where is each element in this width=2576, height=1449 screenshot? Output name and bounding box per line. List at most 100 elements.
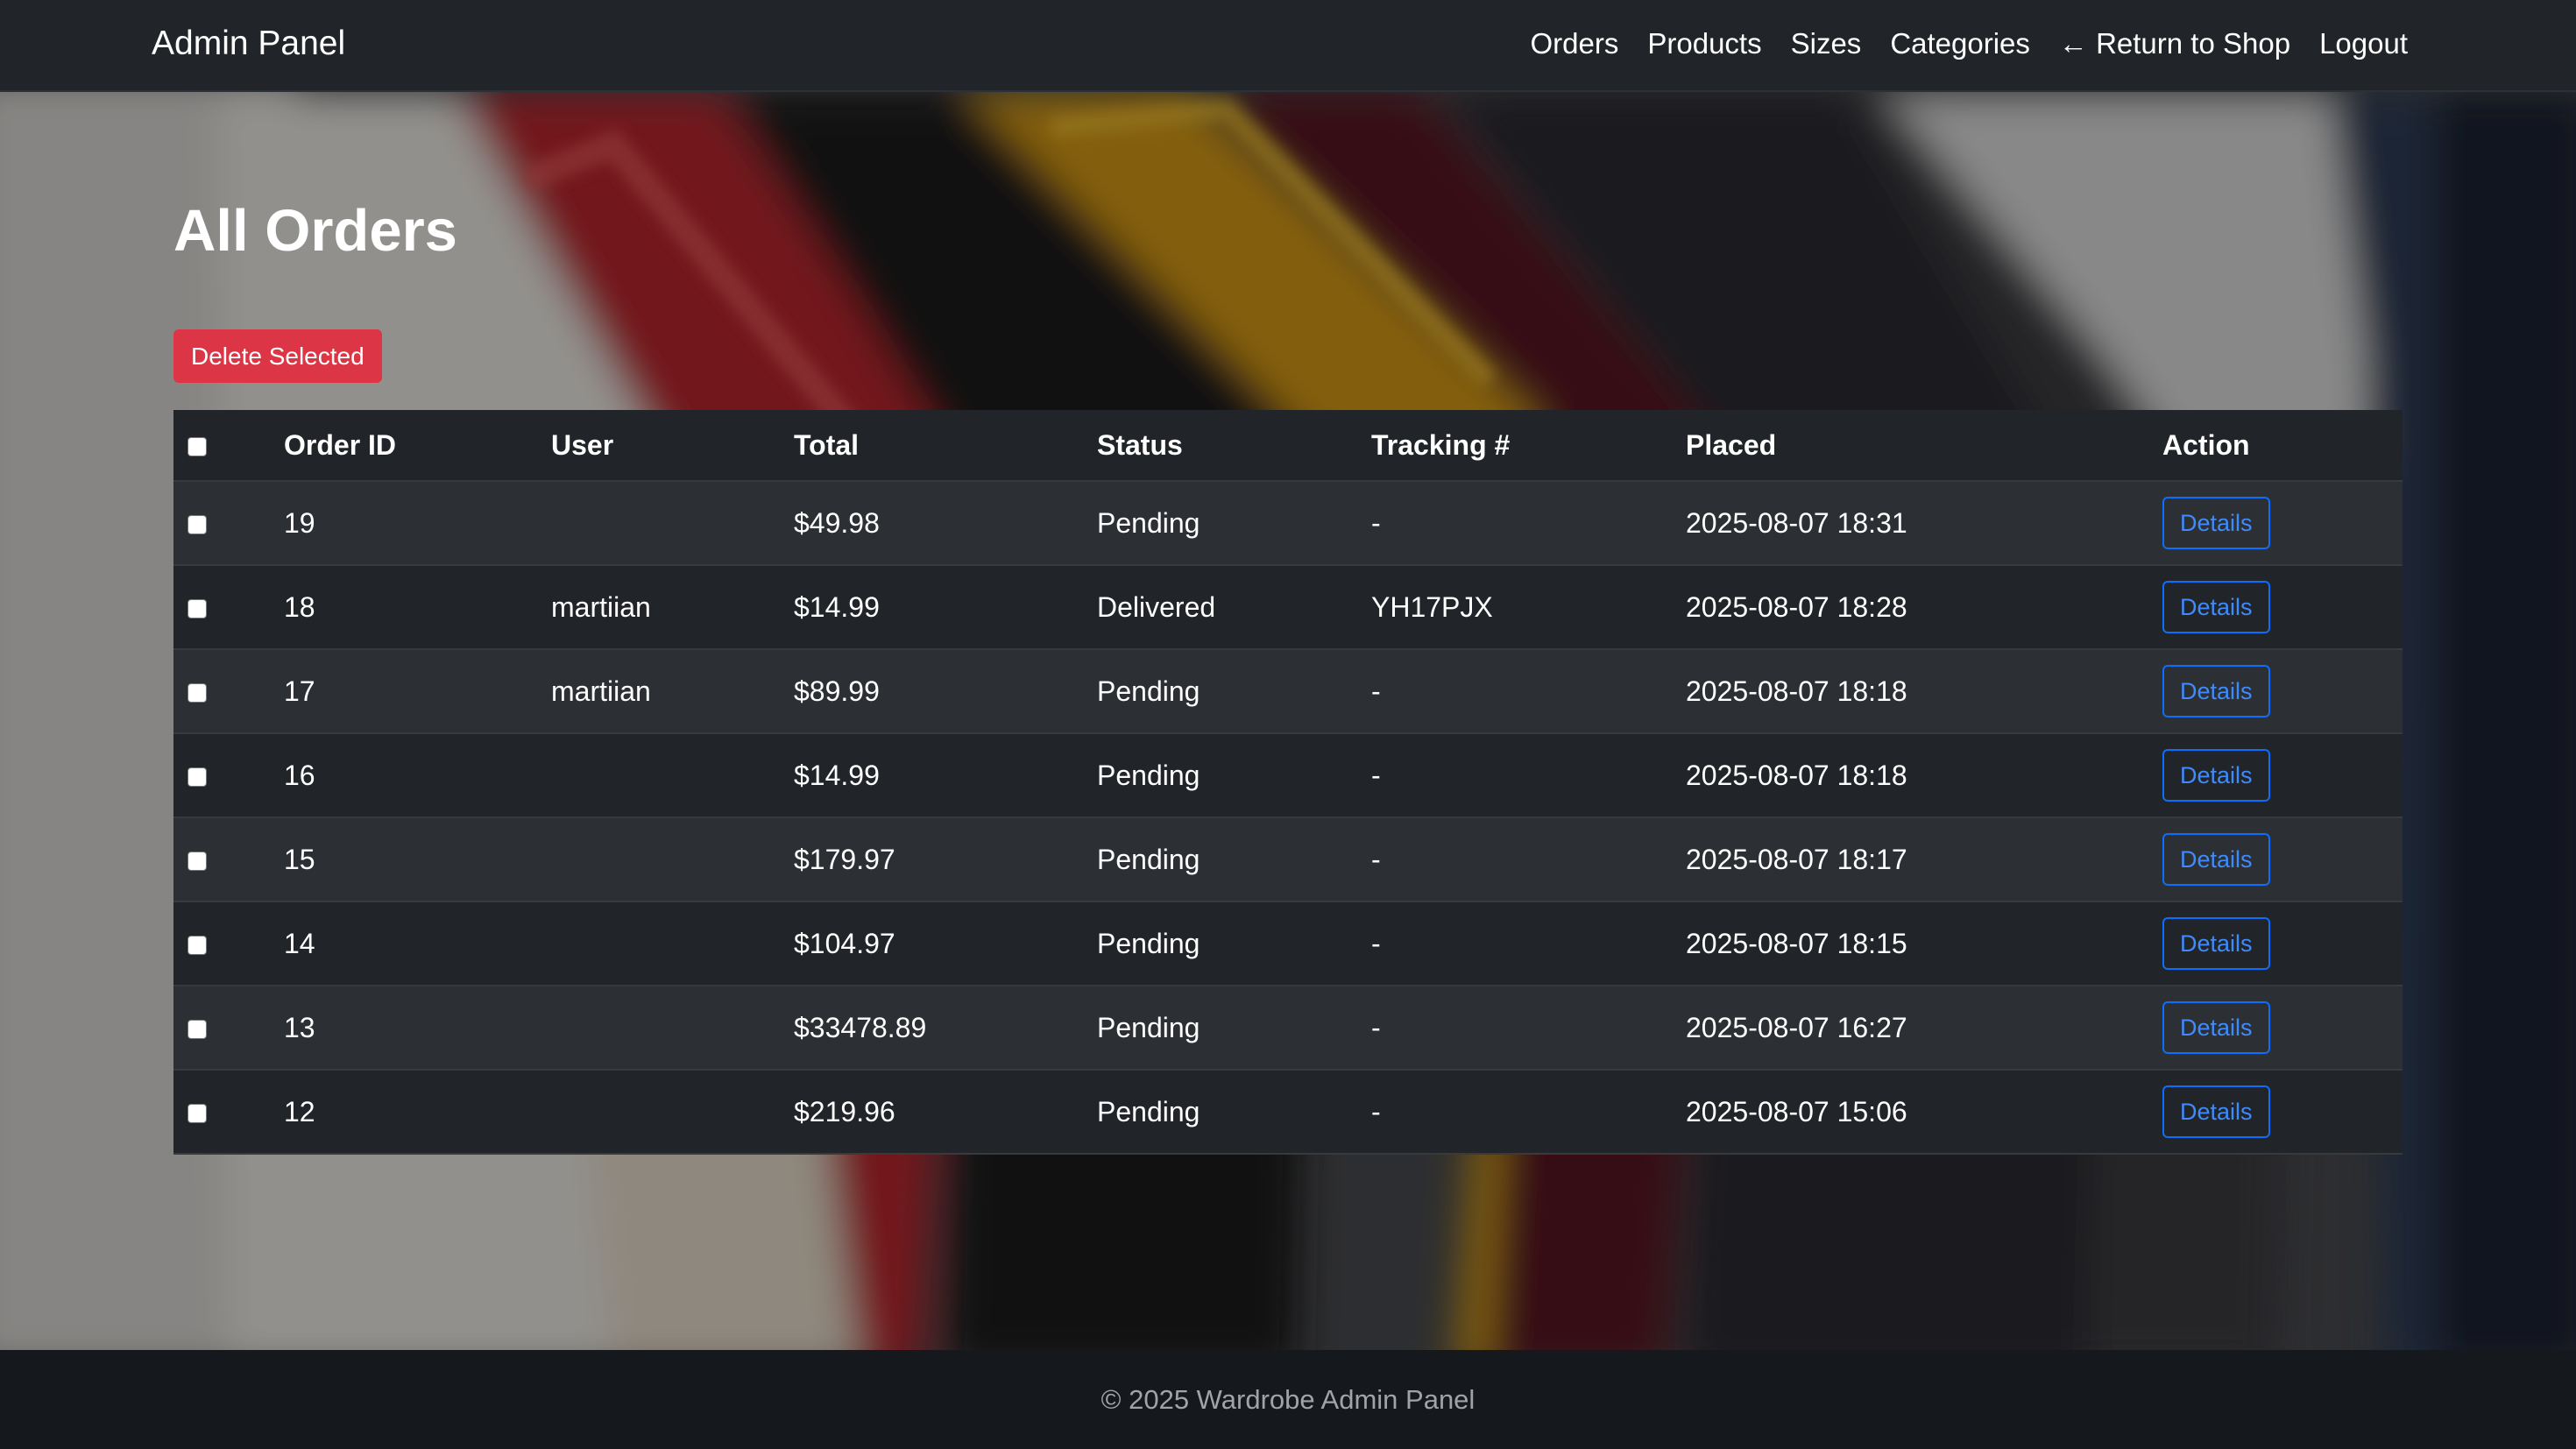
table-row: 15 $179.97 Pending - 2025-08-07 18:17 De… [173,817,2403,902]
placed-cell: 2025-08-07 18:15 [1686,901,2162,986]
total-cell: $33478.89 [794,986,1097,1071]
placed-cell: 2025-08-07 18:31 [1686,481,2162,566]
status-cell: Pending [1097,817,1371,902]
details-button[interactable]: Details [2162,917,2270,970]
row-select-cell [173,901,284,986]
header-total: Total [794,410,1097,482]
top-navbar: Admin Panel Orders Products Sizes Catego… [0,0,2576,92]
row-checkbox[interactable] [188,515,207,535]
user-cell [551,986,794,1071]
tracking-cell: - [1371,1070,1686,1155]
row-select-cell [173,649,284,734]
status-cell: Pending [1097,481,1371,566]
status-cell: Delivered [1097,565,1371,650]
order-id-cell: 15 [284,817,551,902]
row-checkbox[interactable] [188,683,207,703]
orders-table-header: Order ID User Total Status Tracking # Pl… [173,410,2403,482]
user-cell [551,817,794,902]
row-select-cell [173,565,284,650]
action-cell: Details [2162,901,2403,986]
order-id-cell: 16 [284,733,551,818]
order-id-cell: 12 [284,1070,551,1155]
nav-categories-link[interactable]: Categories [1890,27,2030,60]
row-checkbox[interactable] [188,599,207,619]
header-tracking: Tracking # [1371,410,1686,482]
tracking-cell: - [1371,986,1686,1071]
delete-selected-button[interactable]: Delete Selected [173,329,382,383]
tracking-cell: - [1371,481,1686,566]
order-id-cell: 17 [284,649,551,734]
action-cell: Details [2162,1070,2403,1155]
tracking-cell: YH17PJX [1371,565,1686,650]
action-cell: Details [2162,817,2403,902]
table-header-row: Order ID User Total Status Tracking # Pl… [173,410,2403,482]
user-cell [551,1070,794,1155]
header-select-all-cell [173,410,284,482]
nav-links: Orders Products Sizes Categories ← Retur… [1531,0,2408,88]
row-checkbox[interactable] [188,852,207,872]
header-placed: Placed [1686,410,2162,482]
total-cell: $89.99 [794,649,1097,734]
row-checkbox[interactable] [188,936,207,956]
action-cell: Details [2162,733,2403,818]
order-id-cell: 19 [284,481,551,566]
nav-orders-link[interactable]: Orders [1531,27,1619,60]
placed-cell: 2025-08-07 18:17 [1686,817,2162,902]
select-all-checkbox[interactable] [188,437,207,457]
row-checkbox[interactable] [188,767,207,788]
details-button[interactable]: Details [2162,497,2270,549]
user-cell: martiian [551,565,794,650]
nav-sizes-link[interactable]: Sizes [1791,27,1862,60]
nav-products-link[interactable]: Products [1647,27,1761,60]
placed-cell: 2025-08-07 18:18 [1686,733,2162,818]
footer-copyright: © 2025 Wardrobe Admin Panel [1100,1384,1476,1415]
details-button[interactable]: Details [2162,1085,2270,1138]
header-user: User [551,410,794,482]
order-id-cell: 18 [284,565,551,650]
main-content: All Orders Delete Selected Order ID User… [173,198,2403,1155]
status-cell: Pending [1097,901,1371,986]
user-cell [551,481,794,566]
nav-return-to-shop-link[interactable]: ← Return to Shop [2059,27,2290,60]
row-checkbox[interactable] [188,1104,207,1124]
action-cell: Details [2162,481,2403,566]
status-cell: Pending [1097,649,1371,734]
orders-table: Order ID User Total Status Tracking # Pl… [173,410,2403,1155]
details-button[interactable]: Details [2162,749,2270,802]
placed-cell: 2025-08-07 16:27 [1686,986,2162,1071]
details-button[interactable]: Details [2162,1001,2270,1054]
total-cell: $49.98 [794,481,1097,566]
tracking-cell: - [1371,649,1686,734]
table-row: 13 $33478.89 Pending - 2025-08-07 16:27 … [173,986,2403,1071]
row-select-cell [173,817,284,902]
nav-logout-link[interactable]: Logout [2319,27,2408,60]
user-cell: martiian [551,649,794,734]
page-footer: © 2025 Wardrobe Admin Panel [0,1350,2576,1449]
details-button[interactable]: Details [2162,833,2270,886]
placed-cell: 2025-08-07 15:06 [1686,1070,2162,1155]
total-cell: $14.99 [794,565,1097,650]
details-button[interactable]: Details [2162,665,2270,717]
page-title: All Orders [173,198,457,264]
row-select-cell [173,986,284,1071]
action-cell: Details [2162,565,2403,650]
table-row: 16 $14.99 Pending - 2025-08-07 18:18 Det… [173,733,2403,818]
total-cell: $104.97 [794,901,1097,986]
status-cell: Pending [1097,1070,1371,1155]
tracking-cell: - [1371,901,1686,986]
total-cell: $179.97 [794,817,1097,902]
header-order-id: Order ID [284,410,551,482]
placed-cell: 2025-08-07 18:18 [1686,649,2162,734]
header-status: Status [1097,410,1371,482]
placed-cell: 2025-08-07 18:28 [1686,565,2162,650]
total-cell: $14.99 [794,733,1097,818]
row-select-cell [173,733,284,818]
tracking-cell: - [1371,817,1686,902]
table-row: 18 martiian $14.99 Delivered YH17PJX 202… [173,565,2403,650]
brand-link[interactable]: Admin Panel [152,0,345,88]
orders-table-body: 19 $49.98 Pending - 2025-08-07 18:31 Det… [173,481,2403,1155]
row-checkbox[interactable] [188,1020,207,1040]
user-cell [551,901,794,986]
details-button[interactable]: Details [2162,581,2270,633]
tracking-cell: - [1371,733,1686,818]
